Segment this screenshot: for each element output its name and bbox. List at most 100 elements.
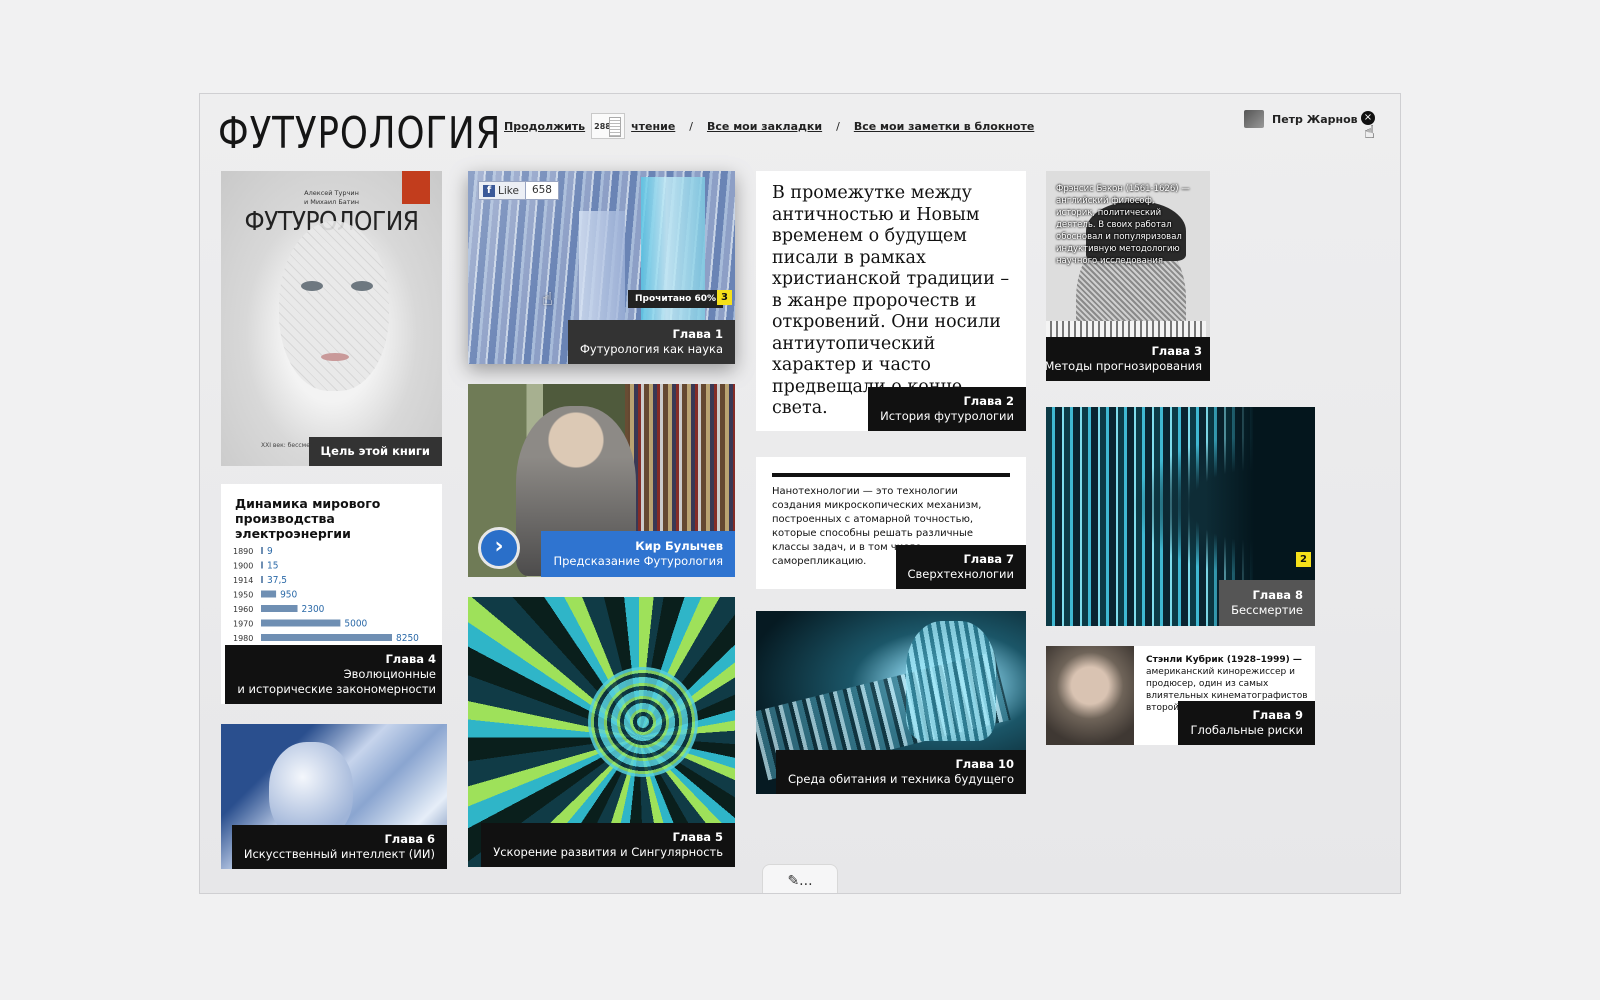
nav-separator: / [836, 119, 840, 133]
tile-label: Глава 7 Сверхтехнологии [895, 545, 1026, 589]
tile-label: Глава 10 Среда обитания и техника будуще… [776, 750, 1026, 794]
chapter-number: Глава 1 [672, 327, 723, 341]
chart-data-label: 2300 [302, 604, 325, 615]
video-title: Предсказание Футурология [553, 554, 723, 568]
tile-label: Глава 4 Эволюционные и исторические зако… [225, 645, 442, 704]
tile-label: Глава 5 Ускорение развития и Сингулярнос… [481, 823, 735, 867]
chapter-7-tile[interactable]: Нанотехнологии — это технологии создания… [756, 457, 1026, 589]
chart-tile-chapter-4[interactable]: Динамика мирового производства электроэн… [221, 484, 442, 704]
chart-bar [261, 619, 341, 627]
fractal-spiral-image [588, 667, 698, 777]
tile-label: Цель этой книги [308, 437, 442, 466]
kubrick-bio-name: Стэнли Кубрик (1928–1999) — [1146, 655, 1302, 665]
tile-label-title: Цель этой книги [320, 444, 431, 458]
continue-reading-link[interactable]: Продолжить [504, 120, 585, 133]
chapter-title: Методы прогнозирования [1046, 359, 1202, 373]
video-author: Кир Булычев [635, 539, 723, 553]
chart-tick-label: 1950 [233, 591, 253, 600]
chapter-5-tile[interactable]: Глава 5 Ускорение развития и Сингулярнос… [468, 597, 735, 867]
chart-data-label: 37,5 [267, 575, 287, 586]
building-image [579, 211, 625, 331]
chapter-title: Глобальные риски [1190, 723, 1303, 737]
chapter-number: Глава 8 [1252, 588, 1303, 602]
robot-hand-image [906, 621, 996, 741]
notepad-tab-pencil-icon[interactable]: ✎... [762, 864, 838, 893]
video-tile[interactable]: › Кир Булычев Предсказание Футурология [468, 384, 735, 577]
chapter-number: Глава 4 [385, 652, 436, 666]
chapter-number: Глава 2 [963, 394, 1014, 408]
tile-label: Кир Булычев Предсказание Футурология [541, 531, 735, 577]
app-window: ФУТУРОЛОГИЯ Продолжить 288 чтение / Все … [199, 93, 1401, 894]
notes-link[interactable]: Все мои заметки в блокноте [854, 120, 1034, 133]
tile-label: Глава 8 Бессмертие [1219, 580, 1315, 626]
chapter-title-line-2: и исторические закономерности [237, 682, 436, 696]
divider [772, 473, 1010, 477]
facebook-icon: f [483, 184, 495, 197]
chapter-title: Бессмертие [1231, 603, 1303, 617]
chapter-number: Глава 7 [963, 552, 1014, 566]
tile-label: Глава 3 Методы прогнозирования [1046, 337, 1210, 381]
chart-data-label: 15 [267, 561, 278, 572]
chapter-title: Футурология как наука [580, 342, 723, 356]
chapter-number: Глава 10 [955, 757, 1014, 771]
chapter-title: Среда обитания и техника будущего [788, 772, 1014, 786]
hand-cursor-icon: ☝ [1364, 122, 1375, 143]
chart-bar [261, 590, 277, 598]
like-count: 658 [524, 182, 558, 199]
stanley-kubrick-photo [1046, 646, 1134, 745]
eye-left [301, 281, 323, 291]
app-logo[interactable]: ФУТУРОЛОГИЯ [218, 108, 501, 159]
top-navigation: Продолжить 288 чтение / Все мои закладки… [504, 113, 1034, 139]
chapter-3-tile[interactable]: Фрэнсис Бэкон (1561-1626) — английский ф… [1046, 171, 1210, 381]
user-profile[interactable]: Петр Жарнов [1244, 110, 1358, 128]
bookmark-count-badge: 2 [1296, 552, 1311, 567]
chart-tick-label: 1980 [233, 634, 253, 643]
page-number-box[interactable]: 288 [591, 113, 626, 139]
read-progress-tooltip: Прочитано 60% [628, 290, 724, 308]
bacon-bio: Фрэнсис Бэкон (1561-1626) — английский ф… [1056, 184, 1190, 266]
like-label: Like [498, 184, 519, 197]
tile-label: Глава 1 Футурология как наука [568, 320, 735, 364]
chapter-title: История футурологии [880, 409, 1014, 423]
tile-label: Глава 9 Глобальные риски [1178, 701, 1315, 745]
bookmarks-link[interactable]: Все мои закладки [707, 120, 822, 133]
chapter-10-tile[interactable]: Глава 10 Среда обитания и техника будуще… [756, 611, 1026, 794]
reading-link[interactable]: чтение [631, 120, 675, 133]
chapter-title: Сверхтехнологии [907, 567, 1015, 581]
play-icon[interactable]: › [478, 527, 520, 569]
chart-tick-label: 1970 [233, 620, 253, 629]
chapter-number: Глава 3 [1151, 344, 1202, 358]
chapter-6-tile[interactable]: Глава 6 Искусственный интеллект (ИИ) [221, 724, 447, 869]
chart-title: Динамика мирового производства электроэн… [235, 496, 381, 541]
chapter-8-tile[interactable]: 2 Глава 8 Бессмертие [1046, 407, 1315, 626]
chart-bar [261, 634, 392, 641]
book-cover-tile[interactable]: Алексей Турчин и Михаил Батин ФУТУРОЛОГИ… [221, 171, 442, 466]
chart-tick-label: 1890 [233, 547, 253, 556]
nav-separator: / [689, 119, 693, 133]
chapter-2-tile[interactable]: В промежутке между античностью и Новым в… [756, 171, 1026, 431]
chart-data-label: 5000 [344, 619, 367, 630]
chapter-number: Глава 5 [672, 830, 723, 844]
quote-text: В промежутке между античностью и Новым в… [772, 183, 1010, 418]
cover-authors: Алексей Турчин и Михаил Батин [303, 189, 360, 206]
chapter-number: Глава 6 [384, 832, 435, 846]
chapter-1-tile[interactable]: f Like 658 Прочитано 60% 3 ☝ Глава 1 Фут… [468, 171, 735, 364]
page-number: 288 [594, 121, 611, 131]
lips [321, 353, 349, 361]
tile-label: Глава 6 Искусственный интеллект (ИИ) [231, 825, 447, 869]
chart-bar [261, 547, 263, 554]
chapter-title: Ускорение развития и Сингулярность [493, 845, 723, 859]
chart-tick-label: 1900 [233, 562, 253, 571]
chapter-title-line-1: Эволюционные [343, 667, 436, 681]
chapter-number: Глава 9 [1252, 708, 1303, 722]
bookmark-count-badge: 3 [717, 290, 732, 305]
user-name: Петр Жарнов [1272, 112, 1358, 126]
chapter-9-tile[interactable]: Стэнли Кубрик (1928–1999) — американский… [1046, 646, 1315, 745]
hand-cursor-icon: ☝ [542, 289, 553, 310]
facebook-like-button[interactable]: f Like 658 [478, 181, 559, 200]
chart-tick-label: 1960 [233, 605, 253, 614]
chart-tick-label: 1914 [233, 576, 253, 585]
chart-bar [261, 605, 298, 612]
chart-bar [261, 561, 263, 569]
cyborg-face-image [279, 221, 389, 391]
